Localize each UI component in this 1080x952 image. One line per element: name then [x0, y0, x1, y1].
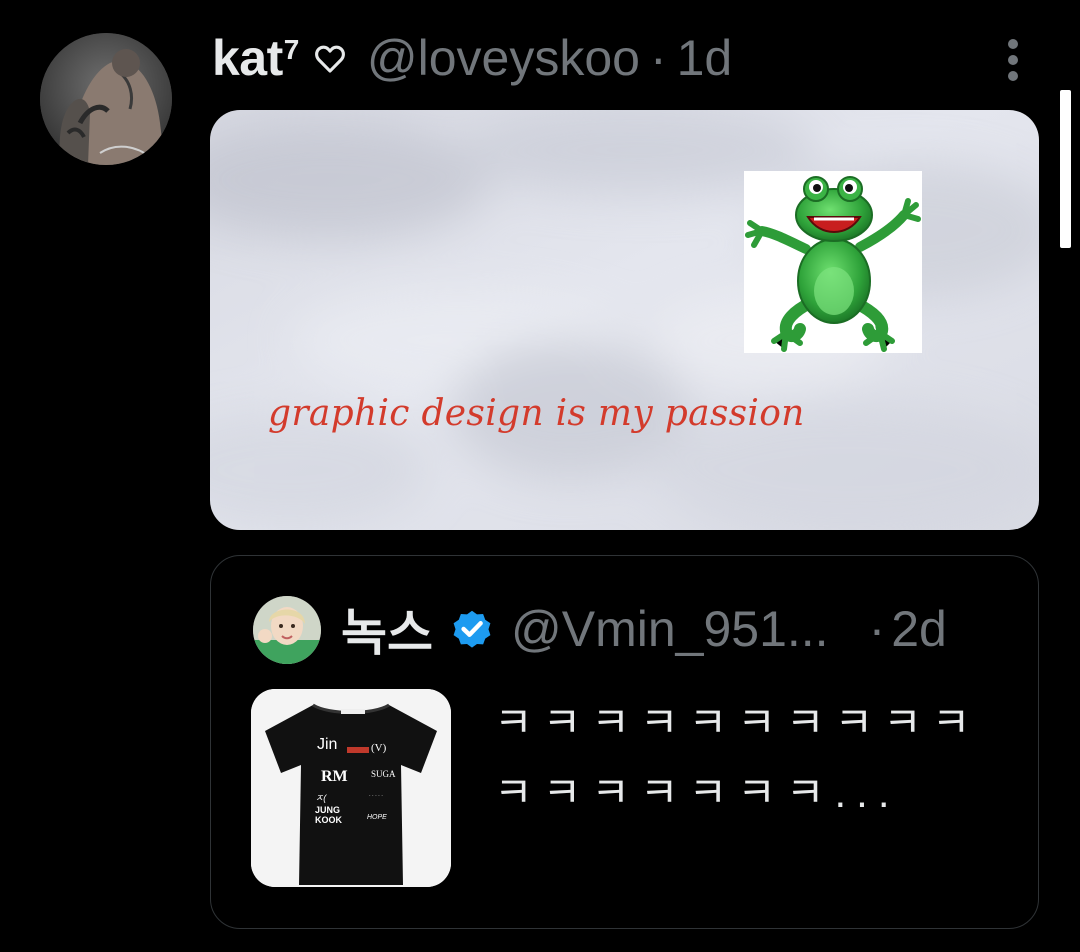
separator-dot: ·	[868, 601, 886, 657]
author-handle[interactable]: @loveyskoo	[367, 29, 640, 87]
svg-text:ㅈ(: ㅈ(	[315, 793, 327, 803]
quoted-tweet[interactable]: 녹스 @Vmin_951... · 2d Jin (V) RM SUGA ㅈ(…	[210, 555, 1039, 929]
svg-text:HOPE: HOPE	[367, 814, 387, 821]
svg-text:JUNG: JUNG	[315, 805, 340, 815]
tweet-header: kat7 @loveyskoo · 1d	[212, 24, 732, 92]
quoted-tweet-text: ㅋㅋㅋㅋㅋㅋㅋㅋㅋㅋㅋㅋㅋㅋㅋㅋㅋ...	[494, 699, 981, 816]
quoted-timestamp[interactable]: 2d	[891, 600, 947, 658]
quoted-author-display-name[interactable]: 녹스	[341, 593, 433, 665]
thumb-rm-label: RM	[321, 768, 348, 785]
heart-outline-icon	[313, 42, 347, 76]
author-avatar[interactable]	[40, 33, 172, 165]
name-superscript: 7	[283, 34, 300, 65]
quoted-tweet-header: 녹스 @Vmin_951... · 2d	[341, 594, 947, 664]
scrollbar-thumb[interactable]	[1060, 90, 1071, 248]
thumb-jin-label: Jin	[317, 736, 337, 753]
frog-clipart	[744, 171, 922, 353]
svg-text:(V): (V)	[371, 742, 387, 754]
quoted-media-thumbnail[interactable]: Jin (V) RM SUGA ㅈ( · · · · · JUNG KOOK H…	[251, 689, 451, 887]
quoted-author-handle[interactable]: @Vmin_951...	[511, 600, 829, 658]
more-vertical-icon[interactable]	[998, 36, 1028, 84]
verified-badge-icon	[449, 606, 495, 652]
svg-text:KOOK: KOOK	[315, 815, 343, 825]
timestamp[interactable]: 1d	[677, 29, 733, 87]
quoted-author-avatar[interactable]	[253, 596, 321, 664]
tweet-media-image[interactable]: graphic design is my passion	[210, 110, 1039, 530]
separator-dot: ·	[649, 30, 667, 86]
tweet[interactable]: kat7 @loveyskoo · 1d graphic design is m…	[0, 0, 1080, 952]
svg-text:· · · · ·: · · · · ·	[369, 793, 383, 799]
meme-caption: graphic design is my passion	[268, 393, 805, 434]
author-display-name[interactable]: kat7	[212, 29, 299, 87]
thumb-suga-label: SUGA	[371, 769, 396, 779]
